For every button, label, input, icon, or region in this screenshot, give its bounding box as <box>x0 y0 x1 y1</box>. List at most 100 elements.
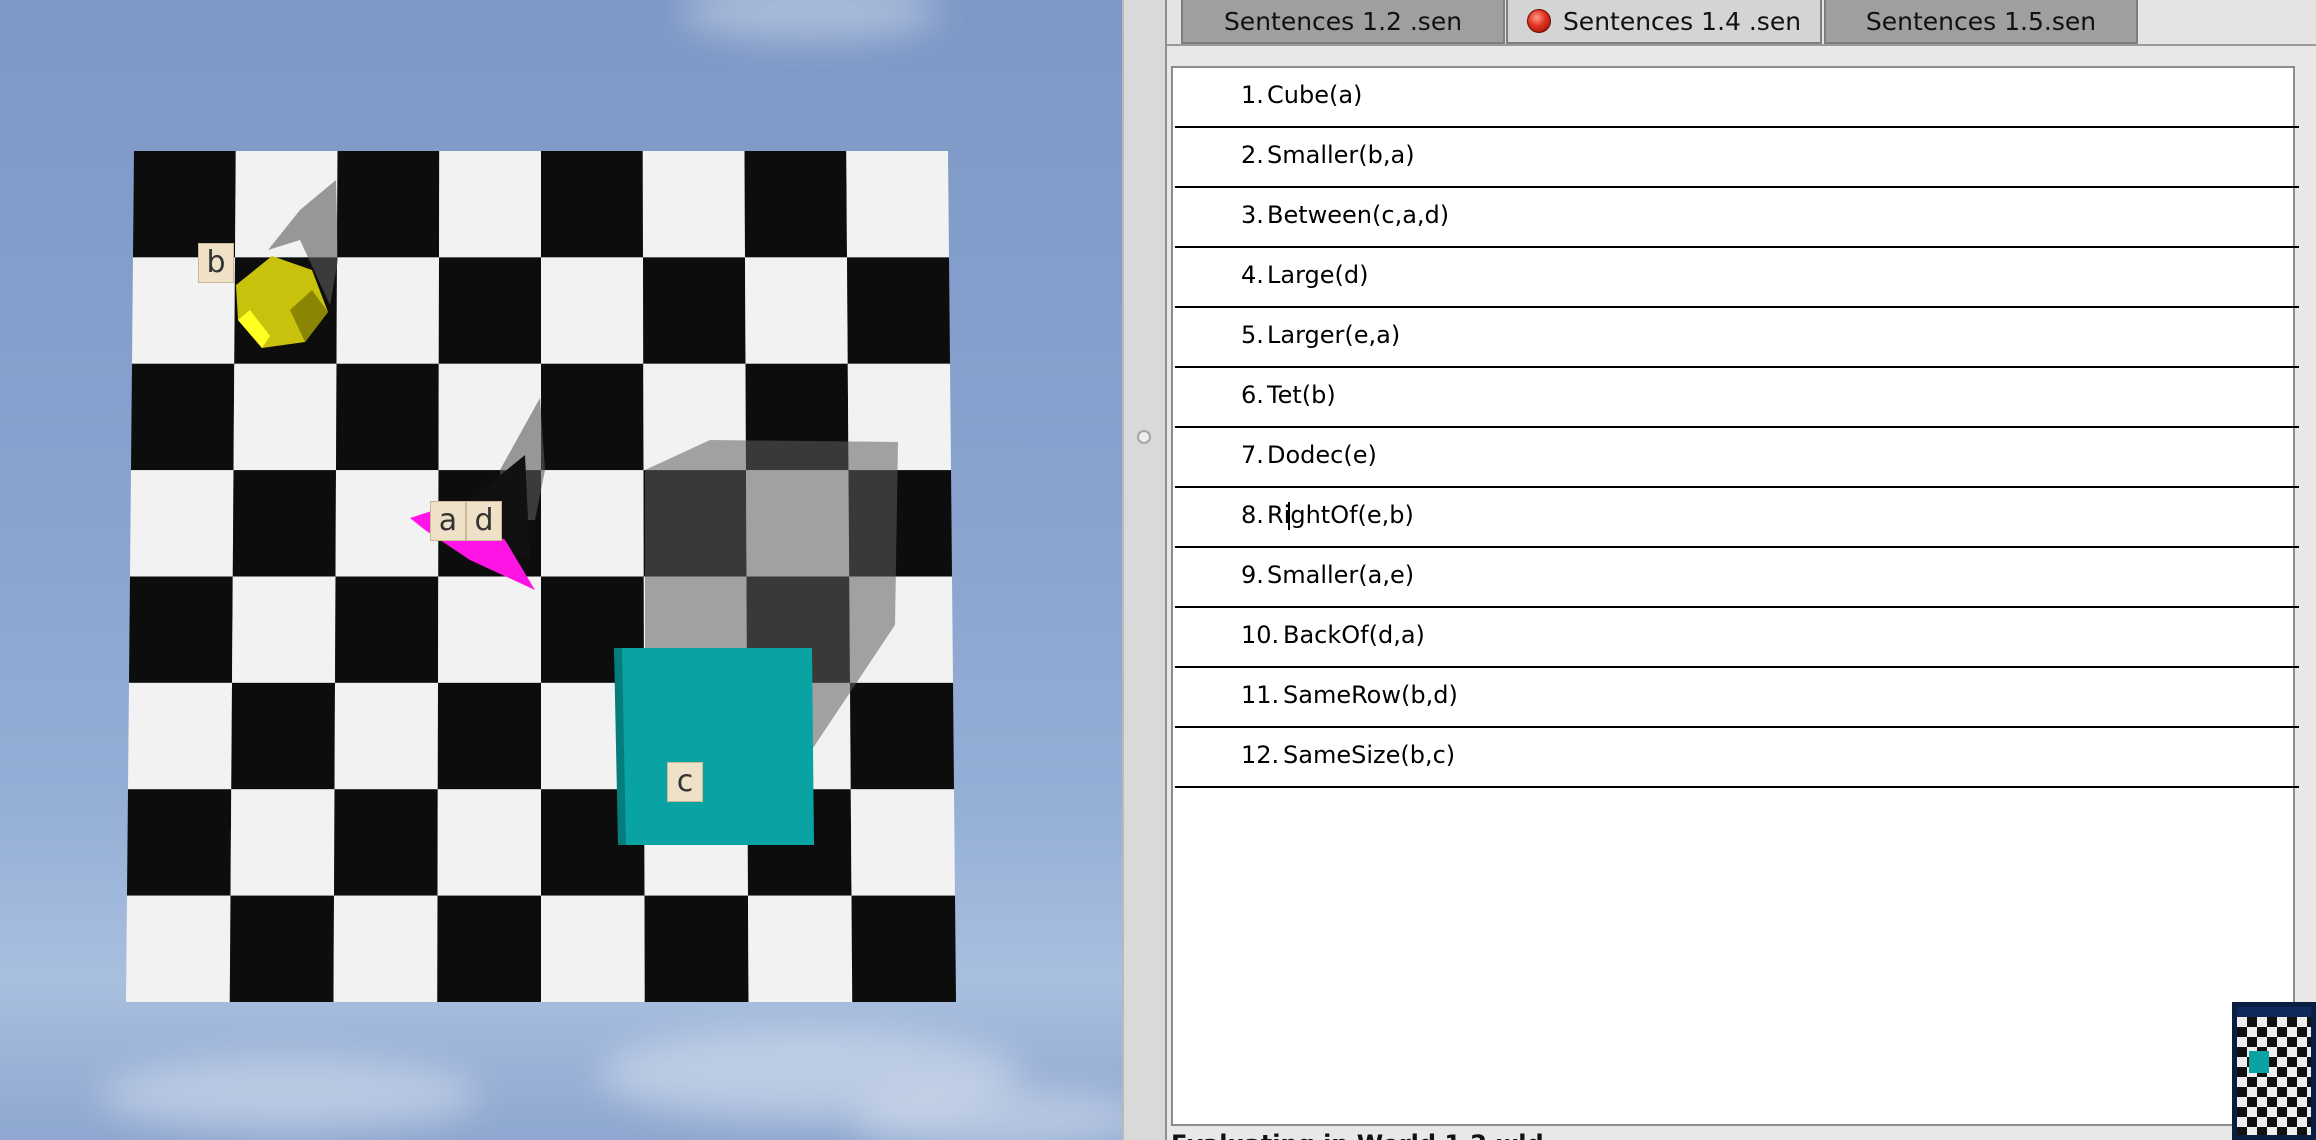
thumbnail-square <box>2267 1127 2277 1135</box>
sentence-number: 2. <box>1241 141 1264 169</box>
tab-sentences-1-2[interactable]: Sentences 1.2 .sen <box>1181 0 1505 44</box>
thumbnail-square <box>2237 1117 2247 1127</box>
sentence-text[interactable]: BackOf(d,a) <box>1283 621 1425 649</box>
thumbnail-square <box>2307 1127 2311 1135</box>
teal-block <box>614 648 814 845</box>
thumbnail-square <box>2307 1077 2311 1087</box>
sentence-row[interactable]: 5. Larger(e,a) <box>1175 308 2299 368</box>
thumbnail-square <box>2277 1087 2287 1097</box>
thumbnail-square <box>2297 1077 2307 1087</box>
sentence-row[interactable]: 7. Dodec(e) <box>1175 428 2299 488</box>
sentence-number: 11. <box>1241 681 1280 709</box>
board-square <box>230 789 335 896</box>
red-dot-icon <box>1526 9 1551 33</box>
thumbnail-square <box>2287 1027 2297 1037</box>
sentence-row[interactable]: 6. Tet(b) <box>1175 368 2299 428</box>
sentence-row[interactable]: 3. Between(c,a,d) <box>1175 188 2299 248</box>
thumbnail-square <box>2277 1067 2287 1077</box>
world-view[interactable]: b a d c <box>0 0 1122 1140</box>
thumbnail-square <box>2307 1047 2311 1057</box>
sentence-text[interactable]: SameSize(b,c) <box>1283 741 1455 769</box>
sentence-number: 6. <box>1241 381 1264 409</box>
world-thumbnail[interactable] <box>2232 1002 2316 1140</box>
thumbnail-square <box>2237 1087 2247 1097</box>
board-square <box>644 895 749 1002</box>
board-square <box>333 895 438 1002</box>
tab-label: Sentences 1.5.sen <box>1865 7 2097 36</box>
sentence-text[interactable]: Larger(e,a) <box>1267 321 1400 349</box>
thumbnail-square <box>2297 1057 2307 1067</box>
thumbnail-square <box>2297 1027 2307 1037</box>
thumbnail-square <box>2267 1027 2277 1037</box>
board-square <box>233 363 337 471</box>
board-square <box>847 257 950 364</box>
sentence-list[interactable]: 1. Cube(a) 2. Smaller(b,a) 3. Between(c,a,d) 4… <box>1171 66 2299 1126</box>
thumbnail-square <box>2277 1117 2287 1127</box>
board-square <box>232 576 336 683</box>
thumbnail-square <box>2267 1017 2277 1027</box>
board-square <box>126 895 231 1002</box>
sentence-text[interactable]: Between(c,a,d) <box>1267 201 1449 229</box>
thumbnail-square <box>2237 1057 2247 1067</box>
thumbnail-square <box>2307 1037 2311 1047</box>
tab-sentences-1-5[interactable]: Sentences 1.5.sen <box>1824 0 2138 44</box>
sentence-text[interactable]: Large(d) <box>1267 261 1368 289</box>
thumbnail-square <box>2297 1097 2307 1107</box>
thumbnail-square <box>2267 1097 2277 1107</box>
thumbnail-square <box>2287 1057 2297 1067</box>
thumbnail-square <box>2277 1127 2287 1135</box>
thumbnail-square <box>2257 1117 2267 1127</box>
thumbnail-square <box>2297 1047 2307 1057</box>
grip-icon[interactable] <box>1137 430 1151 444</box>
sentence-text[interactable]: Tet(b) <box>1267 381 1336 409</box>
sentence-text[interactable]: Smaller(a,e) <box>1267 561 1414 589</box>
sentence-row[interactable]: 11. SameRow(b,d) <box>1175 668 2299 728</box>
thumbnail-square <box>2287 1067 2297 1077</box>
thumbnail-square <box>2257 1017 2267 1027</box>
sentence-row[interactable]: 2. Smaller(b,a) <box>1175 128 2299 188</box>
thumbnail-square <box>2297 1037 2307 1047</box>
board-square <box>850 682 954 790</box>
sentence-number: 7. <box>1241 441 1264 469</box>
thumbnail-square <box>2257 1107 2267 1117</box>
sentence-row[interactable]: 10. BackOf(d,a) <box>1175 608 2299 668</box>
sentence-row[interactable]: 9. Smaller(a,e) <box>1175 548 2299 608</box>
thumbnail-square <box>2237 1017 2247 1027</box>
board-square <box>229 895 334 1002</box>
sentence-text[interactable]: SameRow(b,d) <box>1283 681 1458 709</box>
sentence-number: 10. <box>1241 621 1280 649</box>
thumbnail-square <box>2237 1127 2247 1135</box>
thumbnail-square <box>2257 1087 2267 1097</box>
sentence-number: 1. <box>1241 81 1264 109</box>
pane-splitter[interactable] <box>1122 0 1167 1140</box>
board-square <box>541 470 644 577</box>
board-square <box>541 257 644 364</box>
sentence-row[interactable]: 8. RightOf(e,b) <box>1175 488 2299 548</box>
board-square <box>334 682 438 790</box>
thumbnail-square <box>2247 1077 2257 1087</box>
board-square <box>336 257 439 364</box>
board-square <box>337 151 440 258</box>
sentence-row[interactable]: 1. Cube(a) <box>1175 68 2299 128</box>
thumbnail-square <box>2297 1117 2307 1127</box>
sentence-text[interactable]: Cube(a) <box>1267 81 1362 109</box>
board-square <box>643 257 746 364</box>
board-square <box>642 151 745 258</box>
board-square <box>438 257 541 364</box>
sentence-number: 12. <box>1241 741 1280 769</box>
tab-sentences-1-4[interactable]: Sentences 1.4 .sen <box>1506 0 1822 44</box>
sentence-text[interactable]: Dodec(e) <box>1267 441 1377 469</box>
world-board[interactable] <box>0 0 1122 1140</box>
thumbnail-board <box>2237 1017 2311 1135</box>
board-square <box>334 789 438 896</box>
status-text: Evaluating in World 1.2.wld <box>1171 1130 1544 1140</box>
sentence-row[interactable]: 12. SameSize(b,c) <box>1175 728 2299 788</box>
thumbnail-square <box>2237 1027 2247 1037</box>
sentence-text[interactable]: Smaller(b,a) <box>1267 141 1415 169</box>
board-square <box>541 895 645 1002</box>
sentence-row[interactable]: 4. Large(d) <box>1175 248 2299 308</box>
board-square <box>232 470 336 577</box>
thumbnail-square <box>2297 1067 2307 1077</box>
thumbnail-square <box>2237 1097 2247 1107</box>
thumbnail-square <box>2267 1037 2277 1047</box>
